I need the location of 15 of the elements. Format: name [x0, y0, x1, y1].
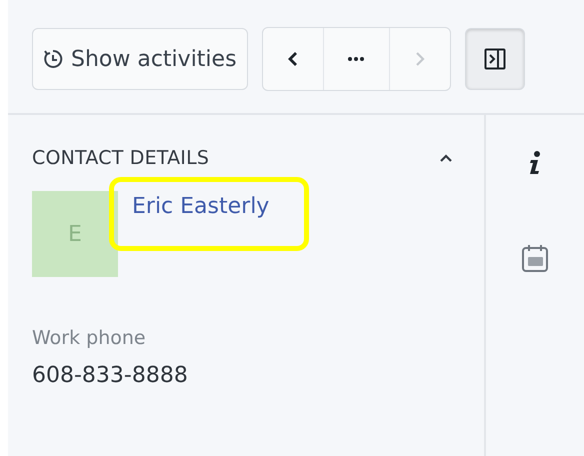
- field-label: Work phone: [32, 327, 147, 349]
- panel-toggle-button[interactable]: [464, 28, 525, 90]
- show-activities-button[interactable]: Show activities: [32, 28, 248, 90]
- section-heading: CONTACT DETAILS: [32, 147, 210, 169]
- chevron-right-icon: [414, 51, 425, 67]
- sidebar-icon: [484, 48, 506, 70]
- clock-icon: [43, 49, 63, 69]
- collapse-icon[interactable]: [440, 154, 452, 162]
- contact-name-link[interactable]: Eric Easterly: [132, 194, 270, 219]
- calendar-icon[interactable]: [521, 243, 549, 273]
- chevron-left-icon: [288, 51, 298, 67]
- more-icon: [348, 57, 364, 61]
- contact-avatar: E: [32, 191, 118, 277]
- field-value: 608-833-8888: [32, 363, 189, 388]
- info-icon[interactable]: [528, 151, 542, 175]
